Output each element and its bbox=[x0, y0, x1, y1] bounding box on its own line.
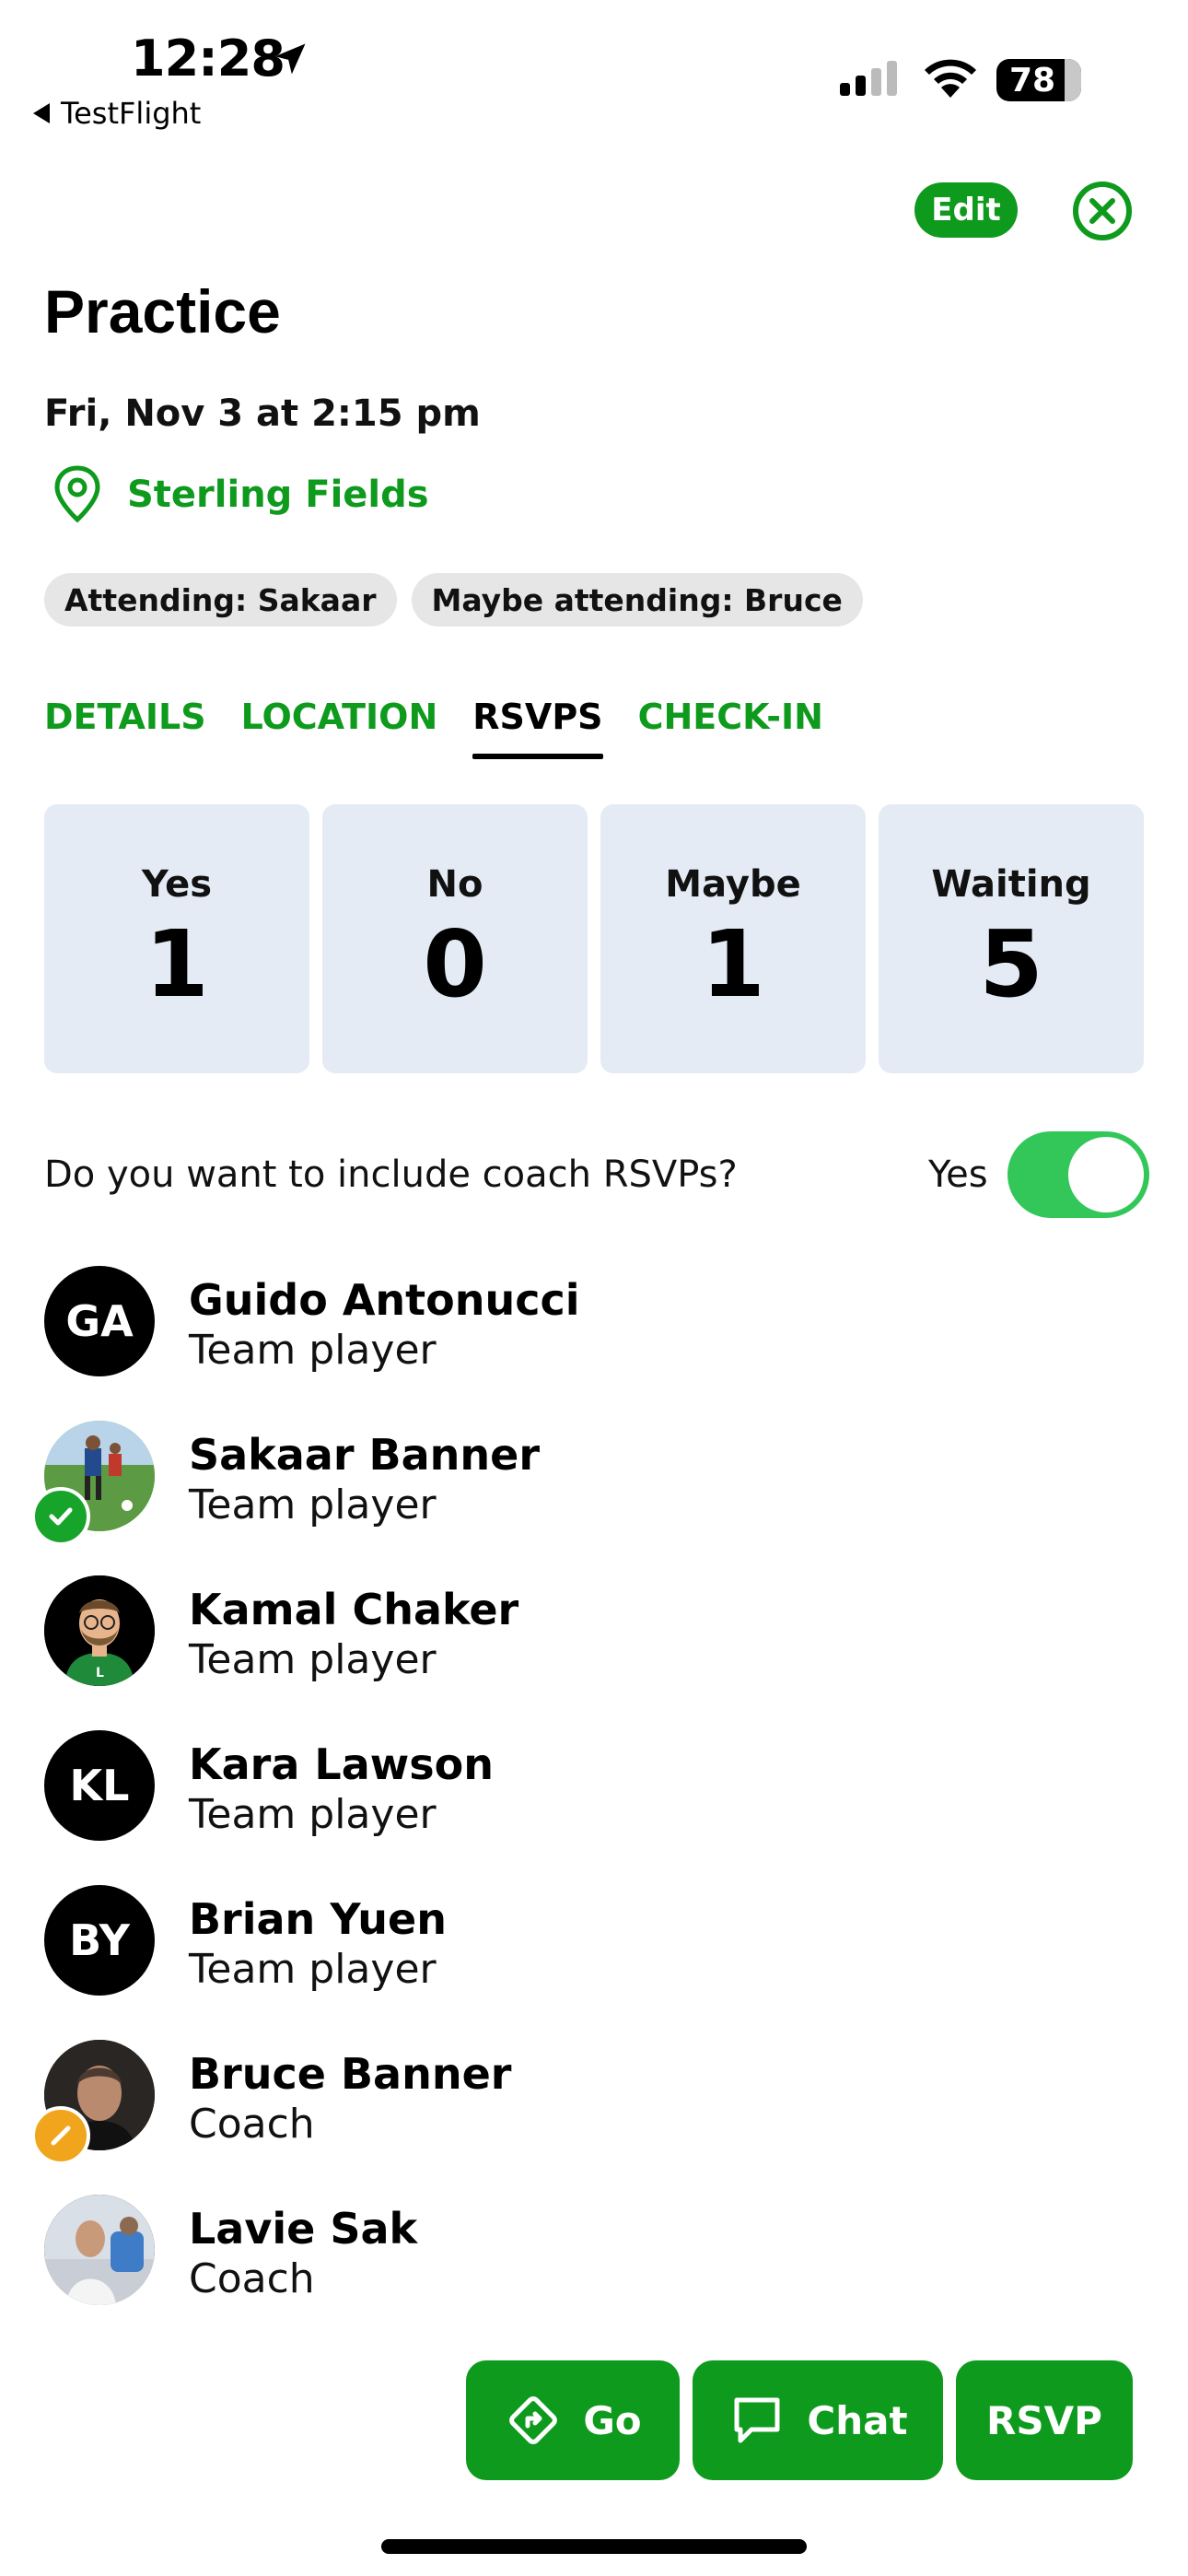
person-role: Team player bbox=[189, 1481, 437, 1528]
list-item[interactable]: Bruce Banner Coach bbox=[0, 2040, 1188, 2195]
person-role: Team player bbox=[189, 1636, 437, 1683]
go-button[interactable]: Go bbox=[466, 2360, 680, 2480]
coach-rsvp-question: Do you want to include coach RSVPs? bbox=[44, 1153, 738, 1196]
wifi-icon bbox=[925, 59, 976, 98]
person-name: Sakaar Banner bbox=[189, 1430, 541, 1480]
list-item[interactable]: L Kamal Chaker Team player bbox=[0, 1575, 1188, 1730]
check-icon bbox=[49, 1507, 73, 1526]
avatar: GA bbox=[44, 1266, 155, 1376]
tab-rsvps[interactable]: RSVPS bbox=[472, 697, 603, 759]
map-pin-icon bbox=[54, 465, 100, 523]
tab-details[interactable]: DETAILS bbox=[44, 697, 206, 759]
toggle-knob bbox=[1068, 1137, 1144, 1212]
stat-value: 0 bbox=[423, 910, 487, 1018]
slash-icon bbox=[51, 2125, 71, 2146]
event-title: Practice bbox=[44, 277, 281, 345]
rsvp-people-list: GA Guido Antonucci Team player Sakaar Ba… bbox=[0, 1266, 1188, 2349]
avatar: KL bbox=[44, 1730, 155, 1841]
stat-yes: Yes 1 bbox=[44, 804, 309, 1073]
back-triangle-icon bbox=[33, 103, 50, 123]
person-name: Guido Antonucci bbox=[189, 1275, 580, 1325]
person-role: Coach bbox=[189, 2255, 315, 2302]
avatar: BY bbox=[44, 1885, 155, 1996]
edit-button[interactable]: Edit bbox=[914, 182, 1018, 238]
list-item[interactable]: GA Guido Antonucci Team player bbox=[0, 1266, 1188, 1421]
location-arrow-icon bbox=[274, 43, 306, 75]
stat-no: No 0 bbox=[322, 804, 588, 1073]
attending-chip: Attending: Sakaar bbox=[44, 573, 397, 626]
svg-text:L: L bbox=[96, 1666, 104, 1680]
attendance-chips: Attending: Sakaar Maybe attending: Bruce bbox=[44, 573, 863, 626]
list-item[interactable]: KL Kara Lawson Team player bbox=[0, 1730, 1188, 1885]
coach-rsvp-state-label: Yes bbox=[928, 1153, 988, 1196]
stat-label: Maybe bbox=[665, 863, 801, 906]
close-icon[interactable] bbox=[1072, 181, 1133, 241]
list-item[interactable]: BY Brian Yuen Team player bbox=[0, 1885, 1188, 2040]
person-name: Kamal Chaker bbox=[189, 1585, 519, 1634]
stat-value: 5 bbox=[979, 910, 1043, 1018]
bottom-action-bar: Go Chat RSVP bbox=[466, 2360, 1133, 2480]
avatar bbox=[44, 2195, 155, 2305]
cartoon-avatar: L bbox=[44, 1575, 155, 1686]
stat-label: Yes bbox=[141, 863, 213, 906]
person-name: Kara Lawson bbox=[189, 1739, 495, 1789]
avatar: L bbox=[44, 1575, 155, 1686]
person-name: Brian Yuen bbox=[189, 1894, 447, 1944]
battery-nub bbox=[1074, 72, 1081, 88]
event-location-link[interactable]: Sterling Fields bbox=[127, 474, 429, 516]
stat-value: 1 bbox=[701, 910, 765, 1018]
person-name: Lavie Sak bbox=[189, 2204, 418, 2254]
battery-icon: 78 bbox=[996, 59, 1081, 101]
stat-label: Waiting bbox=[931, 863, 1091, 906]
back-app-label: TestFlight bbox=[61, 96, 202, 131]
coach-rsvp-toggle[interactable] bbox=[1007, 1131, 1149, 1218]
rsvp-maybe-badge bbox=[31, 2106, 90, 2165]
stat-waiting: Waiting 5 bbox=[879, 804, 1144, 1073]
list-item[interactable]: Lavie Sak Coach bbox=[0, 2195, 1188, 2349]
home-indicator bbox=[381, 2539, 807, 2554]
battery-level: 78 bbox=[1008, 61, 1056, 100]
chat-button[interactable]: Chat bbox=[693, 2360, 943, 2480]
go-label: Go bbox=[583, 2397, 642, 2443]
tab-location[interactable]: LOCATION bbox=[241, 697, 438, 759]
stat-value: 1 bbox=[145, 910, 209, 1018]
list-item[interactable]: Sakaar Banner Team player bbox=[0, 1421, 1188, 1575]
sports-photo-avatar bbox=[44, 2195, 155, 2305]
cellular-signal-icon bbox=[840, 61, 897, 96]
back-to-testflight[interactable]: TestFlight bbox=[33, 96, 201, 131]
person-role: Coach bbox=[189, 2101, 315, 2148]
person-name: Bruce Banner bbox=[189, 2049, 512, 2099]
rsvp-label: RSVP bbox=[986, 2397, 1102, 2443]
person-role: Team player bbox=[189, 1327, 437, 1374]
event-datetime: Fri, Nov 3 at 2:15 pm bbox=[44, 392, 481, 435]
stat-label: No bbox=[426, 863, 483, 906]
status-time: 12:28 bbox=[131, 29, 285, 88]
directions-icon bbox=[509, 2396, 558, 2444]
stat-maybe: Maybe 1 bbox=[600, 804, 866, 1073]
maybe-attending-chip: Maybe attending: Bruce bbox=[411, 573, 863, 626]
tab-check-in[interactable]: CHECK-IN bbox=[638, 697, 823, 759]
event-tabs: DETAILS LOCATION RSVPS CHECK-IN bbox=[44, 697, 823, 759]
rsvp-stats: Yes 1 No 0 Maybe 1 Waiting 5 bbox=[44, 804, 1144, 1073]
chat-label: Chat bbox=[807, 2397, 908, 2443]
person-role: Team player bbox=[189, 1791, 437, 1838]
person-role: Team player bbox=[189, 1946, 437, 1993]
rsvp-button[interactable]: RSVP bbox=[956, 2360, 1133, 2480]
chat-bubble-icon bbox=[734, 2397, 780, 2443]
rsvp-yes-badge bbox=[31, 1487, 90, 1546]
